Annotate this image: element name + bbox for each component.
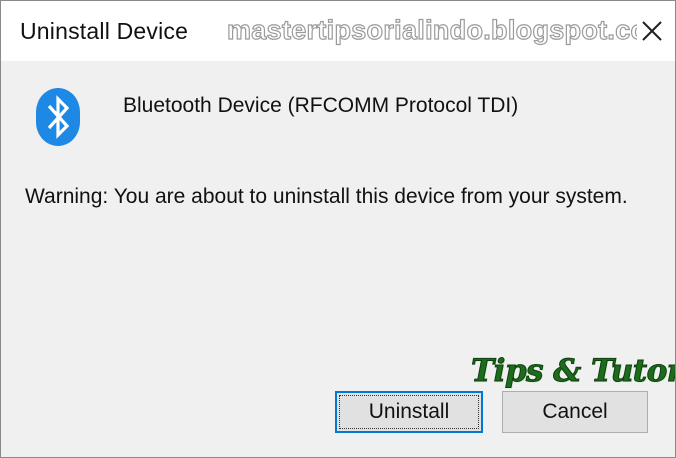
site-watermark: mastertipsorialindo.blogspot.com xyxy=(227,15,637,46)
uninstall-button-label: Uninstall xyxy=(368,400,450,423)
close-icon xyxy=(642,21,662,41)
uninstall-button[interactable]: Uninstall xyxy=(335,391,483,433)
title-bar: Uninstall Device mastertipsorialindo.blo… xyxy=(1,1,675,61)
cancel-button[interactable]: Cancel xyxy=(502,391,648,433)
dialog-title: Uninstall Device xyxy=(20,18,189,44)
cancel-button-label: Cancel xyxy=(542,400,608,423)
uninstall-device-dialog: Uninstall Device mastertipsorialindo.blo… xyxy=(0,0,676,458)
tips-tutorial-watermark: Tips & Tutorial xyxy=(471,353,675,390)
bluetooth-icon xyxy=(36,88,80,146)
device-name: Bluetooth Device (RFCOMM Protocol TDI) xyxy=(123,94,519,117)
close-button[interactable] xyxy=(629,1,675,61)
warning-message: Warning: You are about to uninstall this… xyxy=(25,185,628,208)
